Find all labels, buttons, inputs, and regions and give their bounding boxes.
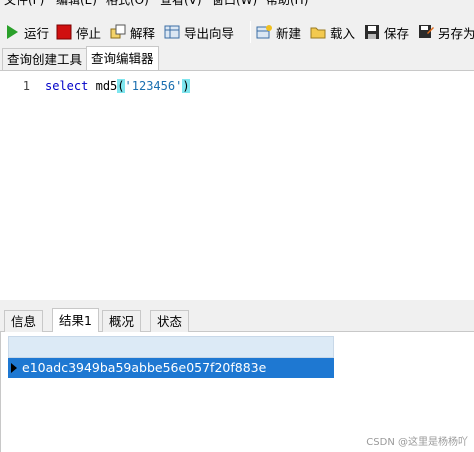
watermark: CSDN @这里是杨杨吖: [366, 437, 468, 448]
menu-format[interactable]: 格式(O): [106, 0, 149, 8]
new-button[interactable]: 新建: [256, 20, 301, 44]
close-paren: ): [182, 79, 190, 93]
export-wizard-label: 导出向导: [184, 25, 235, 41]
open-paren: (: [117, 79, 125, 93]
sql-string-literal: '123456': [124, 79, 183, 93]
grid-column-header[interactable]: [8, 336, 334, 358]
export-icon: [164, 24, 180, 40]
tab-query-builder[interactable]: 查询创建工具: [2, 48, 88, 70]
menu-view[interactable]: 查看(V): [160, 0, 202, 8]
run-button[interactable]: 运行: [4, 20, 49, 44]
current-row-arrow-icon: [11, 363, 17, 373]
toolbar: 运行 停止 解释 导出向导 新建 载入 保存 另存为: [0, 18, 474, 44]
sql-editor[interactable]: 1 select md5('123456'): [0, 70, 474, 300]
stop-button[interactable]: 停止: [56, 20, 101, 44]
code-line[interactable]: select md5('123456'): [45, 79, 190, 93]
toolbar-separator: [250, 21, 251, 43]
folder-icon: [310, 24, 326, 40]
menu-edit[interactable]: 编辑(E): [56, 0, 97, 8]
save-button[interactable]: 保存: [364, 20, 409, 44]
run-label: 运行: [24, 25, 50, 41]
pane-splitter[interactable]: [0, 300, 474, 308]
explain-icon: [110, 24, 126, 40]
save-icon: [364, 24, 380, 40]
sql-function: md5: [95, 79, 118, 93]
menu-file[interactable]: 文件(F): [4, 0, 44, 8]
stop-label: 停止: [76, 25, 102, 41]
tab-result-1[interactable]: 结果1: [52, 308, 99, 333]
save-as-button[interactable]: 另存为: [418, 20, 474, 44]
table-row[interactable]: e10adc3949ba59abbe56e057f20f883e: [8, 358, 334, 378]
explain-label: 解释: [130, 25, 156, 41]
menu-help[interactable]: 帮助(H): [266, 0, 308, 8]
result-tab-strip: 信息 结果1 概况 状态: [0, 308, 474, 333]
load-button[interactable]: 载入: [310, 20, 355, 44]
menu-window[interactable]: 窗口(W): [212, 0, 257, 8]
new-query-icon: [256, 24, 272, 40]
export-wizard-button[interactable]: 导出向导: [164, 20, 234, 44]
tab-query-editor[interactable]: 查询编辑器: [86, 46, 159, 70]
save-as-label: 另存为: [438, 25, 474, 41]
line-number: 1: [22, 79, 30, 93]
explain-button[interactable]: 解释: [110, 20, 155, 44]
menu-bar: 文件(F) 编辑(E) 格式(O) 查看(V) 窗口(W) 帮助(H): [0, 0, 474, 8]
tab-info[interactable]: 信息: [4, 310, 44, 332]
stop-icon: [56, 24, 72, 40]
save-label: 保存: [384, 25, 410, 41]
tab-profile[interactable]: 概况: [102, 310, 142, 332]
play-icon: [4, 24, 20, 40]
line-gutter: 1: [0, 71, 40, 300]
load-label: 载入: [330, 25, 356, 41]
row-selector[interactable]: [8, 358, 18, 378]
md5-result-cell[interactable]: e10adc3949ba59abbe56e057f20f883e: [22, 358, 266, 378]
new-label: 新建: [276, 25, 302, 41]
sql-keyword: select: [45, 79, 89, 93]
tab-status[interactable]: 状态: [150, 310, 190, 332]
query-tab-strip: 查询创建工具 查询编辑器: [0, 46, 474, 70]
save-as-icon: [418, 24, 434, 40]
